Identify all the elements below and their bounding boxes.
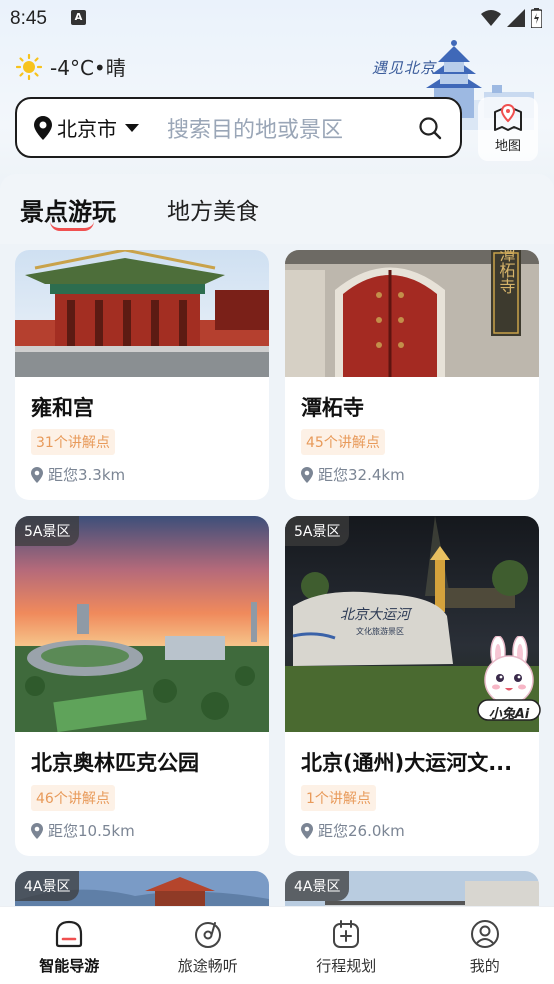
location-pin-icon bbox=[301, 822, 313, 839]
status-icons bbox=[481, 8, 542, 28]
card-title: 潭柘寺 bbox=[301, 396, 364, 420]
status-bar: 8:45 A bbox=[0, 0, 554, 40]
stone-inscription: 北京大运河 bbox=[340, 607, 413, 623]
rating-badge: 4A景区 bbox=[285, 871, 350, 901]
nav-profile[interactable]: 我的 bbox=[416, 907, 554, 984]
nav-trip-planning[interactable]: 行程规划 bbox=[277, 907, 415, 984]
distance-text: 距您26.0km bbox=[318, 822, 405, 840]
bottom-navigation: 智能导游 旅途畅听 行程规划 我的 bbox=[0, 906, 554, 984]
location-pin-icon bbox=[301, 466, 313, 483]
card-title: 北京(通州)大运河文... bbox=[301, 751, 513, 775]
nav-travel-audio[interactable]: 旅途畅听 bbox=[139, 907, 277, 984]
location-pin-icon bbox=[31, 466, 43, 483]
home-icon bbox=[56, 920, 83, 948]
rating-badge: 5A景区 bbox=[285, 516, 350, 546]
location-pin-icon bbox=[31, 822, 43, 839]
mascot-label: 小兔Ai bbox=[488, 707, 530, 722]
card-image bbox=[15, 250, 269, 377]
weather-widget: -4°C•晴 bbox=[16, 52, 126, 81]
status-time: 8:45 bbox=[10, 8, 47, 29]
signal-icon bbox=[507, 9, 525, 27]
temple-sign-text: 潭柘寺 bbox=[497, 250, 516, 294]
nav-smart-guide[interactable]: 智能导游 bbox=[0, 907, 138, 984]
tab-local-food[interactable]: 地方美食 bbox=[167, 192, 259, 226]
attraction-card-yonghegong[interactable]: 雍和宫 31个讲解点 距您3.3km bbox=[15, 250, 269, 500]
header-slogan: 遇见北京 bbox=[372, 59, 437, 77]
search-input[interactable]: 搜索目的地或景区 bbox=[167, 112, 418, 144]
card-title: 雍和宫 bbox=[31, 396, 94, 420]
category-tabs: 景点游玩 地方美食 bbox=[0, 174, 554, 244]
distance-text: 距您10.5km bbox=[48, 822, 135, 840]
weather-text: -4°C•晴 bbox=[50, 56, 126, 80]
nav-label: 智能导游 bbox=[39, 957, 100, 975]
rating-badge: 4A景区 bbox=[15, 871, 80, 901]
ai-assistant-mascot[interactable]: 小兔Ai bbox=[476, 635, 542, 722]
guide-points-tag: 31个讲解点 bbox=[31, 429, 115, 455]
map-button[interactable]: 地图 bbox=[478, 97, 538, 161]
map-icon bbox=[494, 104, 522, 131]
distance-info: 距您3.3km bbox=[31, 464, 125, 485]
location-pin-icon bbox=[34, 115, 52, 140]
card-title: 北京奥林匹克公园 bbox=[31, 751, 199, 775]
card-image: 潭柘寺 bbox=[285, 250, 539, 377]
chevron-down-icon[interactable] bbox=[125, 123, 139, 132]
rating-badge: 5A景区 bbox=[15, 516, 80, 546]
city-selector[interactable]: 北京市 bbox=[57, 113, 117, 142]
battery-icon bbox=[531, 8, 542, 28]
user-icon bbox=[470, 920, 499, 948]
distance-text: 距您32.4km bbox=[318, 466, 405, 484]
music-disc-icon bbox=[194, 922, 221, 948]
distance-info: 距您26.0km bbox=[301, 820, 405, 841]
wifi-icon bbox=[481, 10, 501, 26]
calendar-plus-icon bbox=[333, 920, 360, 948]
attraction-card-olympic-park[interactable]: 5A景区 北京奥林匹克公园 46个讲解点 距您10.5km bbox=[15, 516, 269, 856]
search-bar[interactable]: 北京市 搜索目的地或景区 bbox=[15, 97, 462, 158]
distance-info: 距您10.5km bbox=[31, 820, 135, 841]
sun-icon bbox=[16, 53, 42, 80]
attraction-card-tanzhesi[interactable]: 潭柘寺 潭柘寺 45个讲解点 距您32.4km bbox=[285, 250, 539, 500]
distance-text: 距您3.3km bbox=[48, 466, 126, 484]
notification-a-icon: A bbox=[71, 10, 86, 25]
active-tab-indicator bbox=[50, 221, 94, 231]
card-image: 5A景区 bbox=[15, 516, 269, 732]
nav-label: 行程规划 bbox=[316, 957, 377, 975]
guide-points-tag: 46个讲解点 bbox=[31, 785, 115, 811]
guide-points-tag: 1个讲解点 bbox=[301, 785, 376, 811]
nav-label: 我的 bbox=[469, 957, 500, 975]
search-icon[interactable] bbox=[418, 116, 442, 140]
nav-label: 旅途畅听 bbox=[177, 957, 238, 975]
stone-inscription-sub: 文化旅游景区 bbox=[356, 626, 404, 636]
distance-info: 距您32.4km bbox=[301, 464, 405, 485]
map-label: 地图 bbox=[494, 139, 521, 154]
guide-points-tag: 45个讲解点 bbox=[301, 429, 385, 455]
